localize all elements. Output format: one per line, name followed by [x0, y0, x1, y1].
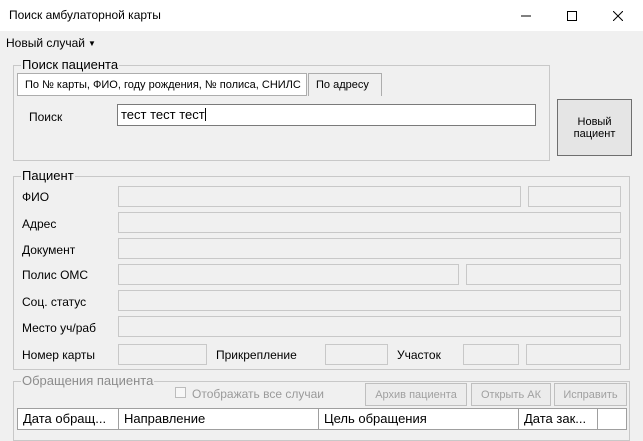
column-header-date[interactable]: Дата обращ...: [18, 409, 119, 429]
close-icon: [612, 8, 624, 24]
attachment-field: [325, 344, 388, 365]
new-patient-label: Новый пациент: [573, 115, 616, 140]
document-label: Документ: [22, 243, 76, 257]
address-field: [118, 212, 621, 233]
policy-field: [118, 264, 459, 285]
document-field: [118, 238, 621, 259]
column-header-direction[interactable]: Направление: [119, 409, 319, 429]
menu-bar: [0, 31, 643, 53]
archive-button[interactable]: Архив пациента: [365, 383, 467, 406]
birth-year-field: [528, 186, 621, 207]
search-input[interactable]: тест тест тест: [117, 104, 536, 126]
open-ak-button[interactable]: Открыть АК: [471, 383, 551, 406]
workplace-label: Место уч/раб: [22, 321, 96, 335]
address-label: Адрес: [22, 217, 57, 231]
new-patient-button[interactable]: Новый пациент: [557, 99, 632, 156]
card-number-field: [118, 344, 207, 365]
policy-extra-field: [466, 264, 621, 285]
maximize-button[interactable]: [549, 0, 595, 31]
new-case-menu[interactable]: Новый случай ▼: [6, 36, 96, 50]
column-header-purpose[interactable]: Цель обращения: [319, 409, 519, 429]
social-status-label: Соц. статус: [22, 295, 87, 309]
card-number-label: Номер карты: [22, 348, 95, 362]
minimize-button[interactable]: [503, 0, 549, 31]
tab-search-by-address[interactable]: По адресу: [308, 73, 382, 96]
search-label: Поиск: [29, 110, 63, 124]
appeals-grid-header: Дата обращ... Направление Цель обращения…: [17, 408, 627, 430]
column-header-close-date[interactable]: Дата зак...: [519, 409, 598, 429]
social-status-field: [118, 290, 621, 311]
district-label: Участок: [397, 348, 441, 362]
fio-label: ФИО: [22, 190, 50, 204]
minimize-icon: [521, 8, 531, 24]
maximize-icon: [567, 8, 577, 24]
district-extra-field: [526, 344, 621, 365]
search-input-value: тест тест тест: [121, 107, 205, 122]
tab-search-by-card[interactable]: По № карты, ФИО, году рождения, № полиса…: [17, 73, 307, 96]
patient-group-legend: Пациент: [21, 168, 75, 183]
window-title: Поиск амбулаторной карты: [9, 8, 161, 22]
new-case-menu-label: Новый случай: [6, 36, 86, 50]
workplace-field: [118, 316, 621, 337]
text-cursor: [204, 108, 206, 121]
search-group-legend: Поиск пациента: [21, 57, 120, 72]
attachment-label: Прикрепление: [216, 348, 297, 362]
close-button[interactable]: [595, 0, 641, 31]
district-field: [463, 344, 519, 365]
show-all-checkbox[interactable]: [175, 387, 186, 398]
policy-label: Полис ОМС: [22, 268, 89, 282]
fio-field: [118, 186, 521, 207]
fix-button[interactable]: Исправить: [554, 383, 627, 406]
show-all-label: Отображать все случаи: [192, 387, 324, 401]
appeals-group-legend: Обращения пациента: [21, 373, 155, 388]
chevron-down-icon: ▼: [88, 39, 96, 48]
